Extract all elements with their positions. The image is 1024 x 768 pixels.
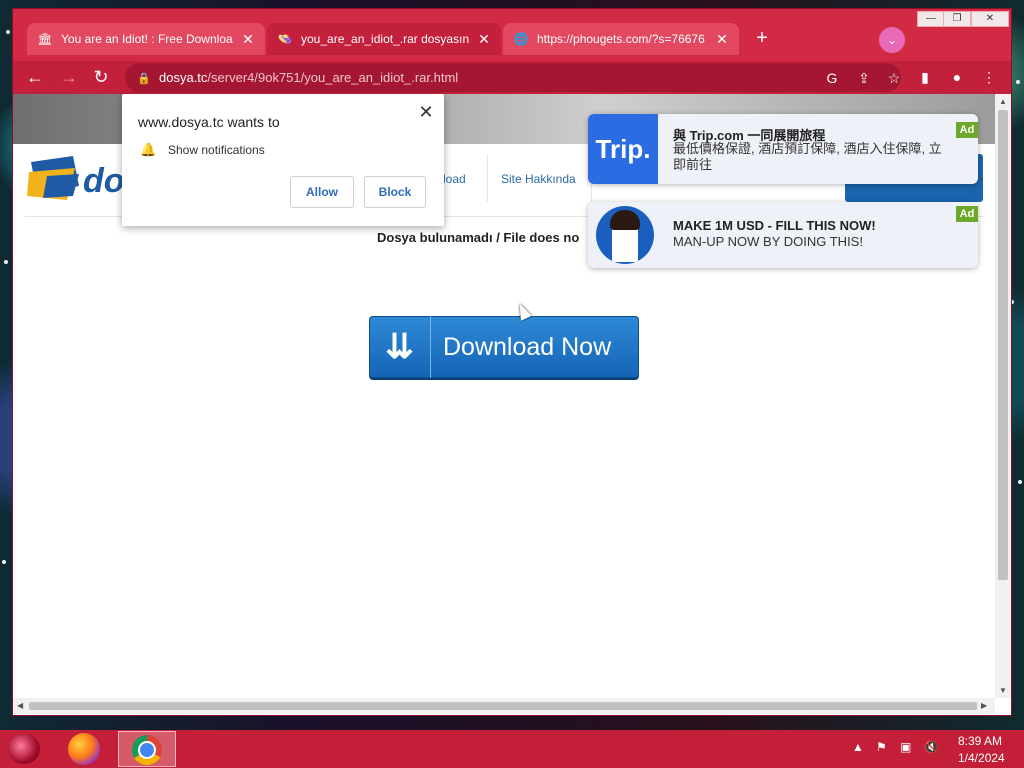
ad-text: 最低價格保證, 酒店預訂保障, 酒店入住保障, 立即前往 bbox=[673, 141, 942, 172]
address-bar[interactable]: 🔒 dosya.tc/server4/9ok751/you_are_an_idi… bbox=[125, 63, 901, 92]
taskbar: ▲ ⚑ ▣ 🔇 8:39 AM 1/4/2024 bbox=[0, 730, 1024, 768]
volume-muted-icon[interactable]: 🔇 bbox=[924, 740, 939, 754]
scroll-left-arrow-icon[interactable]: ◀ bbox=[17, 701, 23, 710]
url-path: /server4/9ok751/you_are_an_idiot_.rar.ht… bbox=[207, 70, 459, 85]
close-tab-icon[interactable]: ✕ bbox=[241, 32, 255, 46]
clock-time[interactable]: 8:39 AM bbox=[958, 734, 1002, 748]
close-window-button[interactable]: ✕ bbox=[971, 11, 1009, 27]
network-icon[interactable]: ▣ bbox=[900, 740, 911, 754]
tab-strip: 🏛 You are an Idiot! : Free Download ✕ 👒 … bbox=[13, 9, 1011, 61]
download-label: Download Now bbox=[443, 332, 612, 361]
browser-toolbar: ← → ↻ 🔒 dosya.tc/server4/9ok751/you_are_… bbox=[13, 61, 1011, 94]
prompt-title: www.dosya.tc wants to bbox=[138, 114, 280, 130]
tab-search-button[interactable]: ⌄ bbox=[879, 27, 905, 53]
tab-title: You are an Idiot! : Free Download bbox=[61, 32, 233, 46]
start-button-icon[interactable] bbox=[8, 734, 40, 764]
scroll-up-arrow-icon[interactable]: ▲ bbox=[999, 97, 1007, 106]
translate-icon[interactable]: G bbox=[823, 69, 841, 87]
side-panel-icon[interactable]: ▮ bbox=[915, 67, 935, 87]
profile-icon[interactable]: ● bbox=[947, 67, 967, 87]
nav-site-hakkinda[interactable]: Site Hakkında bbox=[501, 172, 576, 186]
ad-title: MAKE 1M USD - FILL THIS NOW! bbox=[673, 218, 876, 233]
ad-badge: Ad bbox=[956, 122, 978, 138]
tab-title: https://phougets.com/?s=76676 bbox=[537, 32, 705, 46]
tab-dosya-active[interactable]: 👒 you_are_an_idiot_.rar dosyasını indir … bbox=[267, 23, 501, 55]
forward-button[interactable]: → bbox=[57, 65, 81, 89]
block-button[interactable]: Block bbox=[364, 176, 426, 208]
new-tab-button[interactable]: + bbox=[751, 28, 773, 50]
avatar bbox=[596, 206, 654, 264]
share-icon[interactable]: ⇪ bbox=[855, 69, 873, 87]
bell-icon: 🔔 bbox=[140, 142, 157, 157]
bookmark-star-icon[interactable]: ☆ bbox=[885, 69, 903, 87]
download-now-button[interactable]: ⇊ Download Now bbox=[369, 316, 639, 378]
horizontal-scrollbar[interactable]: ◀ ▶ bbox=[13, 698, 995, 714]
permission-label: Show notifications bbox=[168, 143, 265, 157]
show-hidden-icons-icon[interactable]: ▲ bbox=[852, 740, 864, 754]
scroll-right-arrow-icon[interactable]: ▶ bbox=[981, 701, 987, 710]
tab-title: you_are_an_idiot_.rar dosyasını indir bbox=[301, 32, 469, 46]
trip-com-ad[interactable]: Trip. 與 Trip.com 一同展開旅程 最低價格保證, 酒店預訂保障, … bbox=[588, 114, 978, 184]
maximize-button[interactable]: ❐ bbox=[943, 11, 971, 27]
scroll-down-arrow-icon[interactable]: ▼ bbox=[999, 686, 1007, 695]
allow-button[interactable]: Allow bbox=[290, 176, 354, 208]
ad-badge: Ad bbox=[956, 206, 978, 222]
trip-logo: Trip. bbox=[588, 114, 658, 184]
flag-icon[interactable]: ⚑ bbox=[876, 740, 887, 754]
sombrero-icon: 👒 bbox=[277, 32, 293, 46]
clock-date[interactable]: 1/4/2024 bbox=[958, 751, 1005, 765]
file-not-found-notice: Dosya bulunamadı / File does no bbox=[377, 230, 580, 245]
ad-text: MAN-UP NOW BY DOING THIS! bbox=[673, 234, 863, 249]
globe-icon: 🌐 bbox=[513, 32, 529, 46]
minimize-button[interactable]: — bbox=[917, 11, 945, 27]
close-tab-icon[interactable]: ✕ bbox=[715, 32, 729, 46]
lock-icon[interactable]: 🔒 bbox=[137, 72, 151, 85]
back-button[interactable]: ← bbox=[23, 65, 47, 89]
double-chevron-down-icon: ⇊ bbox=[369, 316, 431, 378]
tab-phougets[interactable]: 🌐 https://phougets.com/?s=76676 ✕ bbox=[503, 23, 739, 55]
menu-icon[interactable]: ⋮ bbox=[979, 67, 999, 87]
chrome-icon bbox=[132, 735, 162, 765]
make-money-ad[interactable]: MAKE 1M USD - FILL THIS NOW! MAN-UP NOW … bbox=[588, 202, 978, 268]
notification-permission-prompt: www.dosya.tc wants to ✕ 🔔 Show notificat… bbox=[122, 94, 444, 226]
firefox-icon[interactable] bbox=[68, 733, 100, 765]
reload-button[interactable]: ↻ bbox=[89, 65, 113, 89]
tab-you-are-an-idiot[interactable]: 🏛 You are an Idiot! : Free Download ✕ bbox=[27, 23, 265, 55]
url-host: dosya.tc bbox=[159, 70, 208, 85]
chrome-taskbar-button[interactable] bbox=[118, 731, 176, 767]
nav-divider bbox=[487, 154, 488, 202]
close-tab-icon[interactable]: ✕ bbox=[477, 32, 491, 46]
nav-upload[interactable]: load bbox=[443, 172, 466, 186]
vertical-scroll-thumb[interactable] bbox=[998, 110, 1008, 580]
close-icon[interactable]: ✕ bbox=[416, 102, 436, 122]
vertical-scrollbar[interactable]: ▲ ▼ bbox=[995, 94, 1011, 698]
horizontal-scroll-thumb[interactable] bbox=[29, 702, 977, 710]
bank-icon: 🏛 bbox=[37, 32, 53, 46]
